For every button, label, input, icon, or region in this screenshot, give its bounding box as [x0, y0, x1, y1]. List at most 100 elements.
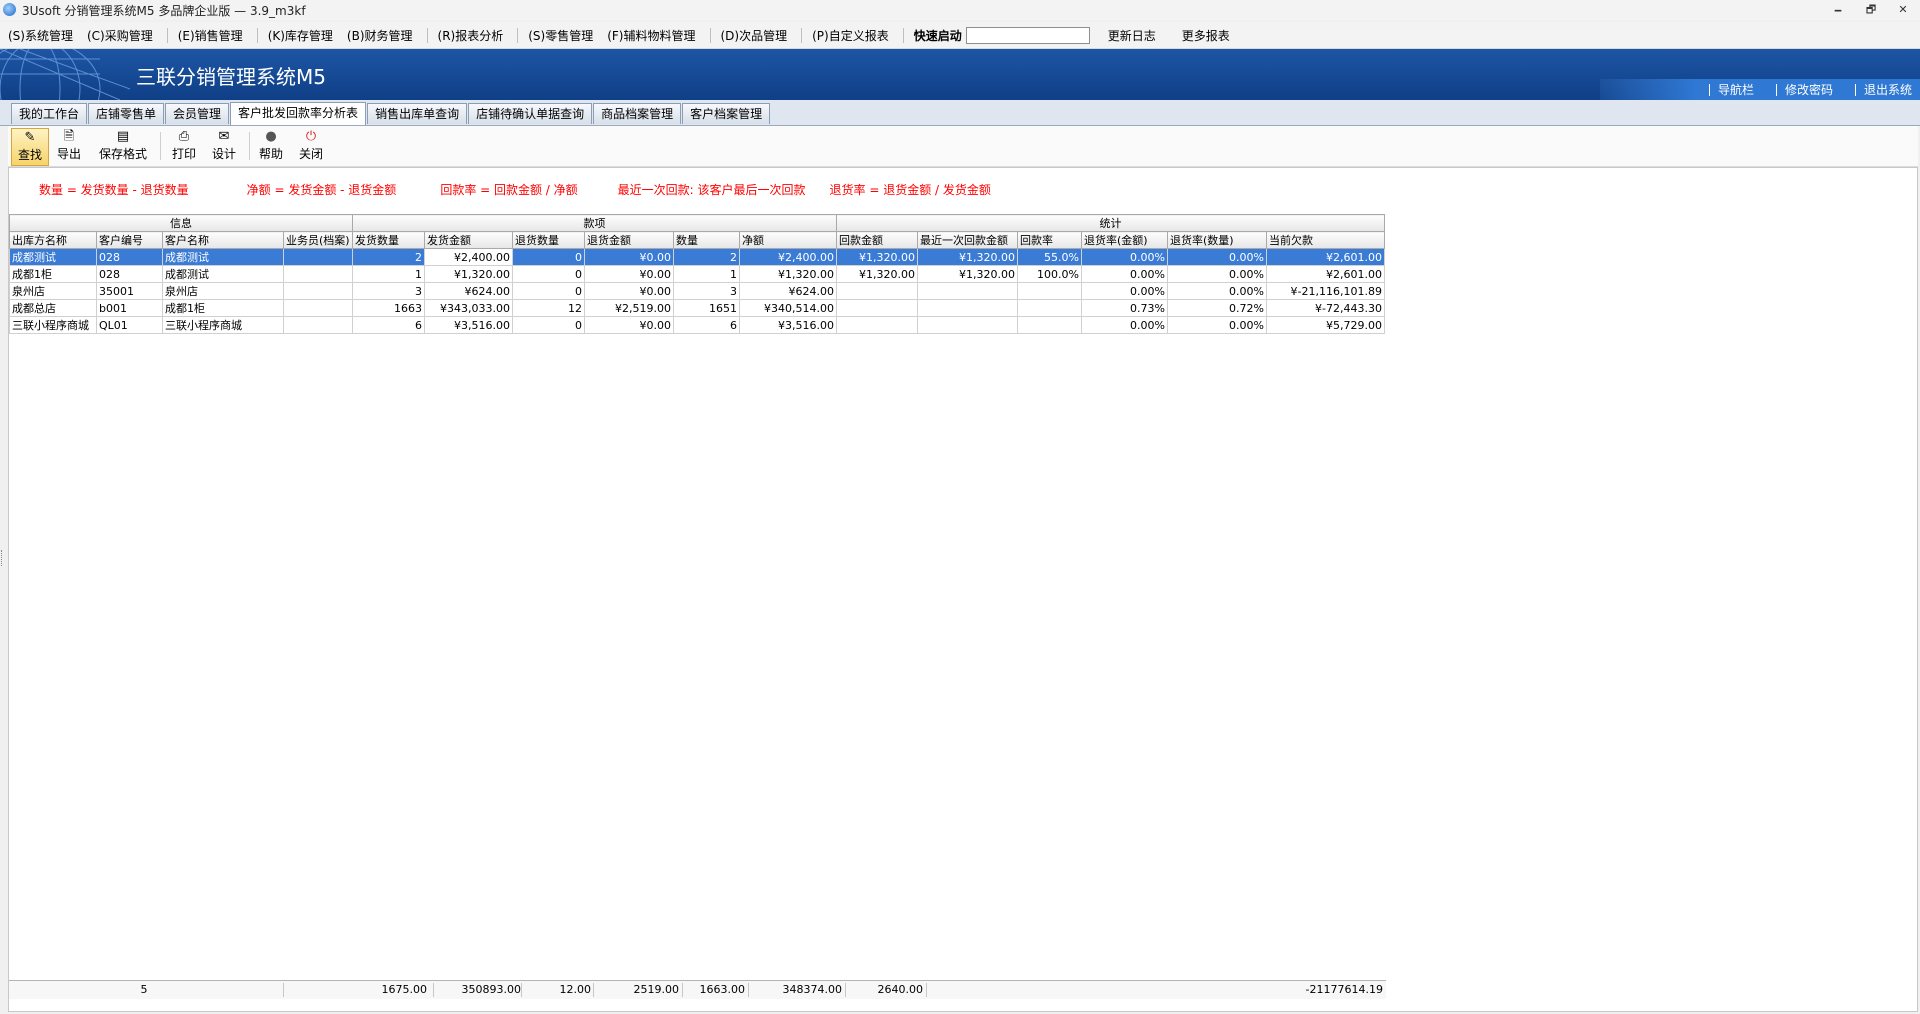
table-cell[interactable]: 0 — [512, 316, 585, 334]
table-cell[interactable]: QL01 — [96, 316, 163, 334]
column-header[interactable]: 退货金额 — [584, 231, 674, 249]
table-cell[interactable] — [1017, 316, 1082, 334]
table-cell[interactable]: 6 — [352, 316, 425, 334]
table-row[interactable]: 成都总店 b001 成都1柜 1663 ¥343,033.00 12 ¥2,519.00 16… — [9, 299, 1385, 317]
table-cell[interactable]: 成都测试 — [162, 248, 284, 266]
menu-finance[interactable]: (B)财务管理 — [347, 27, 413, 44]
table-cell[interactable]: 1651 — [673, 299, 740, 317]
column-header[interactable]: 退货率(金额) — [1081, 231, 1168, 249]
table-cell[interactable]: 3 — [352, 282, 425, 300]
column-header[interactable]: 数量 — [673, 231, 740, 249]
table-cell[interactable]: ¥5,729.00 — [1266, 316, 1385, 334]
table-cell[interactable]: 0.00% — [1167, 265, 1267, 283]
table-cell[interactable] — [283, 299, 353, 317]
table-cell[interactable] — [283, 248, 353, 266]
table-cell[interactable]: 泉州店 — [162, 282, 284, 300]
minimize-button[interactable]: 🗕 — [1823, 0, 1853, 20]
table-cell[interactable]: 0.73% — [1081, 299, 1168, 317]
table-cell[interactable] — [283, 265, 353, 283]
help-button[interactable]: ● 帮助 — [255, 128, 287, 164]
table-cell[interactable]: 6 — [673, 316, 740, 334]
table-cell[interactable]: ¥3,516.00 — [424, 316, 513, 334]
table-cell[interactable] — [836, 316, 918, 334]
design-button[interactable]: ✉ 设计 — [207, 128, 241, 164]
menu-sales[interactable]: (E)销售管理 — [178, 27, 243, 44]
quick-launch-input[interactable] — [965, 27, 1090, 44]
column-header[interactable]: 退货率(数量) — [1167, 231, 1267, 249]
column-header[interactable]: 发货数量 — [352, 231, 425, 249]
table-cell[interactable]: 三联小程序商城 — [162, 316, 284, 334]
menu-system[interactable]: (S)系统管理 — [8, 27, 73, 44]
table-cell[interactable] — [917, 282, 1018, 300]
table-cell[interactable] — [283, 282, 353, 300]
column-header[interactable]: 出库方名称 — [9, 231, 97, 249]
table-cell[interactable]: 3 — [673, 282, 740, 300]
table-cell[interactable]: ¥0.00 — [584, 316, 674, 334]
table-cell[interactable]: 35001 — [96, 282, 163, 300]
tab-store-pending[interactable]: 店铺待确认单据查询 — [468, 103, 593, 124]
tab-store-retail[interactable]: 店铺零售单 — [88, 103, 165, 124]
tab-product-files[interactable]: 商品档案管理 — [593, 103, 682, 124]
table-cell[interactable]: 成都测试 — [162, 265, 284, 283]
table-cell[interactable]: ¥1,320.00 — [917, 248, 1018, 266]
table-cell[interactable]: 100.0% — [1017, 265, 1082, 283]
menu-inventory[interactable]: (K)库存管理 — [268, 27, 333, 44]
column-header[interactable]: 最近一次回款金额 — [917, 231, 1018, 249]
column-header[interactable]: 回款率 — [1017, 231, 1082, 249]
menu-reports[interactable]: (R)报表分析 — [438, 27, 504, 44]
table-cell[interactable]: 成都1柜 — [162, 299, 284, 317]
table-cell[interactable]: 0.00% — [1167, 316, 1267, 334]
table-cell[interactable]: 0.00% — [1167, 248, 1267, 266]
table-cell[interactable]: ¥1,320.00 — [424, 265, 513, 283]
table-cell[interactable]: ¥2,601.00 — [1266, 265, 1385, 283]
table-cell[interactable]: 0.00% — [1081, 282, 1168, 300]
menu-materials[interactable]: (F)辅料物料管理 — [607, 27, 695, 44]
table-cell[interactable]: ¥-21,116,101.89 — [1266, 282, 1385, 300]
export-button[interactable]: 🗎 导出 — [52, 128, 86, 164]
table-cell[interactable]: ¥343,033.00 — [424, 299, 513, 317]
table-cell[interactable]: 0 — [512, 265, 585, 283]
table-cell[interactable]: ¥624.00 — [424, 282, 513, 300]
table-cell[interactable]: 12 — [512, 299, 585, 317]
table-cell[interactable]: ¥2,400.00 — [739, 248, 837, 266]
column-header[interactable]: 回款金额 — [836, 231, 918, 249]
column-header[interactable]: 客户编号 — [96, 231, 163, 249]
table-cell[interactable]: 2 — [673, 248, 740, 266]
menu-purchase[interactable]: (C)采购管理 — [87, 27, 153, 44]
table-cell[interactable] — [1017, 282, 1082, 300]
query-button[interactable]: ✎ 查找 — [11, 128, 49, 166]
table-cell[interactable]: b001 — [96, 299, 163, 317]
table-cell[interactable]: 0.00% — [1167, 282, 1267, 300]
print-button[interactable]: ⎙ 打印 — [167, 128, 201, 164]
table-cell[interactable]: 0.72% — [1167, 299, 1267, 317]
close-window-button[interactable]: ✕ — [1888, 0, 1918, 20]
tab-sales-outbound[interactable]: 销售出库单查询 — [367, 103, 468, 124]
table-cell[interactable]: ¥2,601.00 — [1266, 248, 1385, 266]
table-cell[interactable]: 成都测试 — [9, 248, 97, 266]
table-cell[interactable]: ¥2,400.00 — [424, 248, 513, 266]
table-cell[interactable]: 三联小程序商城 — [9, 316, 97, 334]
table-cell[interactable]: ¥340,514.00 — [739, 299, 837, 317]
table-cell[interactable]: 成都总店 — [9, 299, 97, 317]
table-cell[interactable]: ¥1,320.00 — [917, 265, 1018, 283]
table-cell[interactable]: ¥624.00 — [739, 282, 837, 300]
menu-changelog[interactable]: 更新日志 — [1108, 27, 1156, 44]
column-header[interactable]: 当前欠款 — [1266, 231, 1385, 249]
table-cell[interactable]: ¥1,320.00 — [836, 265, 918, 283]
column-header[interactable]: 客户名称 — [162, 231, 284, 249]
table-cell[interactable] — [836, 299, 918, 317]
restore-button[interactable]: 🗗 — [1856, 0, 1886, 20]
table-row[interactable]: 成都测试 028 成都测试 2 ¥2,400.00 0 ¥0.00 2 ¥2,400.00 ¥1,… — [9, 248, 1385, 266]
table-cell[interactable]: 55.0% — [1017, 248, 1082, 266]
tab-workbench[interactable]: 我的工作台 — [11, 103, 88, 124]
table-cell[interactable] — [917, 299, 1018, 317]
table-row[interactable]: 泉州店 35001 泉州店 3 ¥624.00 0 ¥0.00 3 ¥624.00 0.00% 0.… — [9, 282, 1385, 300]
table-cell[interactable]: ¥0.00 — [584, 282, 674, 300]
splitter-handle[interactable] — [1, 550, 5, 566]
menu-more-reports[interactable]: 更多报表 — [1182, 27, 1230, 44]
table-row[interactable]: 三联小程序商城 QL01 三联小程序商城 6 ¥3,516.00 0 ¥0.00 6 ¥3,51… — [9, 316, 1385, 334]
table-cell[interactable]: ¥0.00 — [584, 265, 674, 283]
column-header[interactable]: 退货数量 — [512, 231, 585, 249]
table-cell[interactable] — [1017, 299, 1082, 317]
table-cell[interactable]: 2 — [352, 248, 425, 266]
